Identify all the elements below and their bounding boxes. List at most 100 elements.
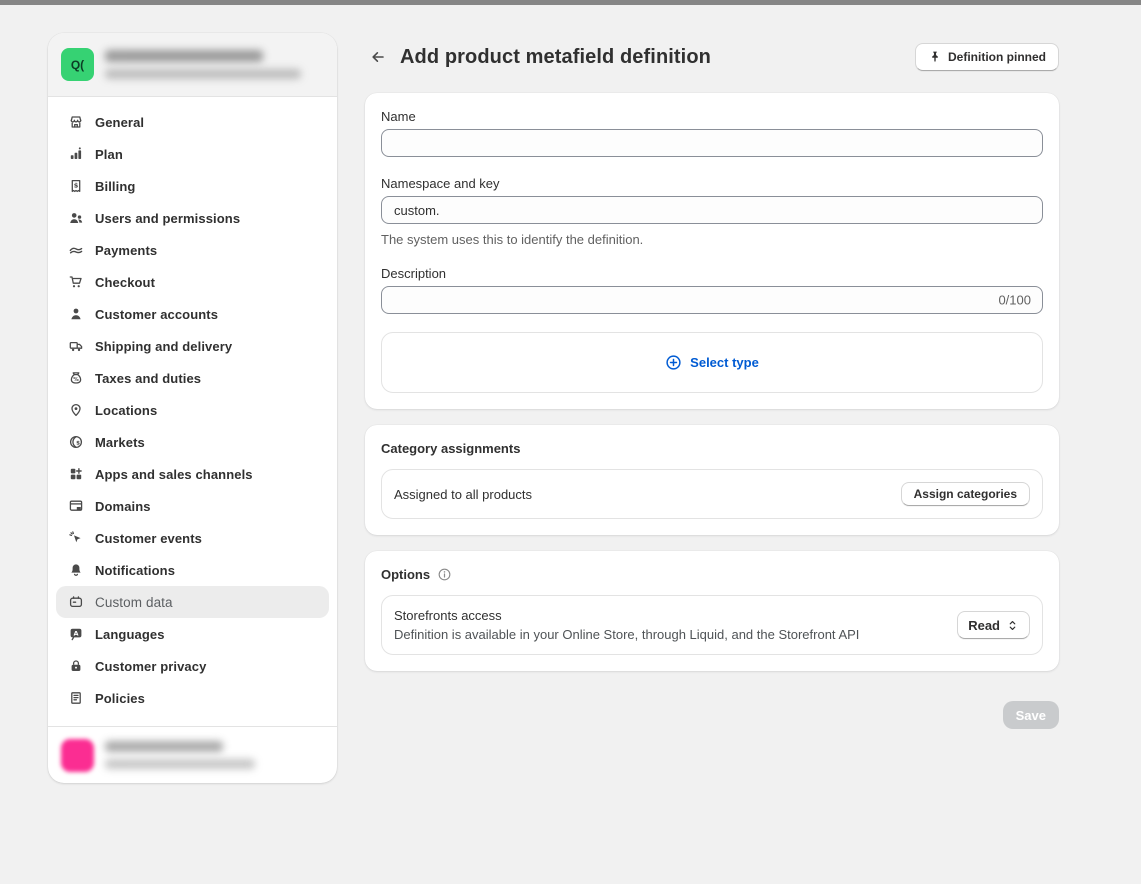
user-account-row[interactable] <box>48 726 337 783</box>
sidebar-item-label: General <box>95 115 144 130</box>
person-icon <box>68 306 84 322</box>
storefronts-access-select[interactable]: Read <box>957 611 1030 639</box>
sidebar-item-domains[interactable]: Domains <box>56 490 329 522</box>
taxes-icon: % <box>68 370 84 386</box>
store-avatar: Q( <box>61 48 94 81</box>
location-pin-icon <box>68 402 84 418</box>
cursor-icon <box>68 530 84 546</box>
sidebar-item-languages[interactable]: A Languages <box>56 618 329 650</box>
caret-updown-icon <box>1006 619 1019 632</box>
sidebar-item-label: Policies <box>95 691 145 706</box>
settings-sidebar: Q( General Plan $ Billing Users and perm… <box>48 33 337 783</box>
sidebar-item-customer-privacy[interactable]: Customer privacy <box>56 650 329 682</box>
domains-icon <box>68 498 84 514</box>
name-label: Name <box>381 109 1043 124</box>
svg-text:%: % <box>73 377 79 383</box>
select-type-label: Select type <box>690 355 759 370</box>
truck-icon <box>68 338 84 354</box>
info-icon[interactable] <box>437 567 452 582</box>
assigned-to-text: Assigned to all products <box>394 487 532 502</box>
sidebar-item-policies[interactable]: Policies <box>56 682 329 714</box>
sidebar-item-custom-data[interactable]: Custom data <box>56 586 329 618</box>
sidebar-item-payments[interactable]: Payments <box>56 234 329 266</box>
sidebar-item-taxes-and-duties[interactable]: % Taxes and duties <box>56 362 329 394</box>
sidebar-item-label: Payments <box>95 243 157 258</box>
sidebar-item-label: Locations <box>95 403 157 418</box>
svg-text:A: A <box>73 630 78 638</box>
cart-icon <box>68 274 84 290</box>
sidebar-item-checkout[interactable]: Checkout <box>56 266 329 298</box>
sidebar-item-users-and-permissions[interactable]: Users and permissions <box>56 202 329 234</box>
sidebar-item-label: Customer privacy <box>95 659 206 674</box>
billing-icon: $ <box>68 178 84 194</box>
sidebar-item-label: Shipping and delivery <box>95 339 232 354</box>
apps-icon <box>68 466 84 482</box>
sidebar-item-shipping-and-delivery[interactable]: Shipping and delivery <box>56 330 329 362</box>
storefronts-access-text: Storefronts access Definition is availab… <box>394 608 859 642</box>
name-input[interactable] <box>381 129 1043 157</box>
character-counter: 0/100 <box>998 293 1031 308</box>
sidebar-item-label: Plan <box>95 147 123 162</box>
sidebar-item-label: Languages <box>95 627 165 642</box>
user-name-redacted <box>105 741 223 752</box>
description-input[interactable] <box>381 286 1043 314</box>
pin-icon <box>928 50 942 64</box>
document-icon <box>68 690 84 706</box>
window-top-strip <box>0 0 1141 5</box>
pinned-button-label: Definition pinned <box>948 50 1046 64</box>
sidebar-item-locations[interactable]: Locations <box>56 394 329 426</box>
store-meta <box>105 50 301 79</box>
sidebar-item-markets[interactable]: $ Markets <box>56 426 329 458</box>
save-button[interactable]: Save <box>1003 701 1059 729</box>
store-icon <box>68 114 84 130</box>
options-card: Options Storefronts access Definition is… <box>365 551 1059 671</box>
assign-categories-button[interactable]: Assign categories <box>901 482 1030 506</box>
category-assignments-card: Category assignments Assigned to all pro… <box>365 425 1059 535</box>
sidebar-item-label: Custom data <box>95 595 173 610</box>
sidebar-item-label: Customer accounts <box>95 307 218 322</box>
storefronts-access-description: Definition is available in your Online S… <box>394 627 859 642</box>
sidebar-item-general[interactable]: General <box>56 106 329 138</box>
users-icon <box>68 210 84 226</box>
main-content: Add product metafield definition Definit… <box>365 43 1059 729</box>
custom-data-icon <box>68 594 84 610</box>
sidebar-item-plan[interactable]: Plan <box>56 138 329 170</box>
namespace-input[interactable] <box>381 196 1043 224</box>
translate-icon: A <box>68 626 84 642</box>
sidebar-item-label: Taxes and duties <box>95 371 201 386</box>
store-header[interactable]: Q( <box>48 33 337 97</box>
namespace-field: Namespace and key The system uses this t… <box>381 176 1043 247</box>
sidebar-item-customer-events[interactable]: Customer events <box>56 522 329 554</box>
description-field: Description 0/100 <box>381 266 1043 314</box>
lock-icon <box>68 658 84 674</box>
category-assignments-title: Category assignments <box>381 441 520 456</box>
svg-text:$: $ <box>76 441 80 447</box>
save-row: Save <box>365 701 1059 729</box>
bell-icon <box>68 562 84 578</box>
page-header: Add product metafield definition Definit… <box>365 43 1059 71</box>
namespace-label: Namespace and key <box>381 176 1043 191</box>
select-type-button[interactable]: Select type <box>381 332 1043 393</box>
user-email-redacted <box>105 759 255 769</box>
page-title: Add product metafield definition <box>400 46 711 69</box>
svg-text:$: $ <box>74 181 79 189</box>
sidebar-item-billing[interactable]: $ Billing <box>56 170 329 202</box>
definition-pinned-button[interactable]: Definition pinned <box>915 43 1059 71</box>
sidebar-item-label: Domains <box>95 499 151 514</box>
sidebar-item-notifications[interactable]: Notifications <box>56 554 329 586</box>
settings-nav: General Plan $ Billing Users and permiss… <box>48 97 337 726</box>
plan-icon <box>68 146 84 162</box>
store-name-redacted <box>105 50 263 62</box>
store-url-redacted <box>105 69 301 79</box>
sidebar-item-label: Markets <box>95 435 145 450</box>
back-button[interactable] <box>365 44 391 70</box>
sidebar-item-apps-and-sales-channels[interactable]: Apps and sales channels <box>56 458 329 490</box>
sidebar-item-label: Billing <box>95 179 135 194</box>
storefronts-access-row: Storefronts access Definition is availab… <box>381 595 1043 655</box>
sidebar-item-label: Checkout <box>95 275 155 290</box>
sidebar-item-customer-accounts[interactable]: Customer accounts <box>56 298 329 330</box>
user-meta <box>105 741 255 769</box>
description-label: Description <box>381 266 1043 281</box>
options-title: Options <box>381 567 430 582</box>
payments-icon <box>68 242 84 258</box>
